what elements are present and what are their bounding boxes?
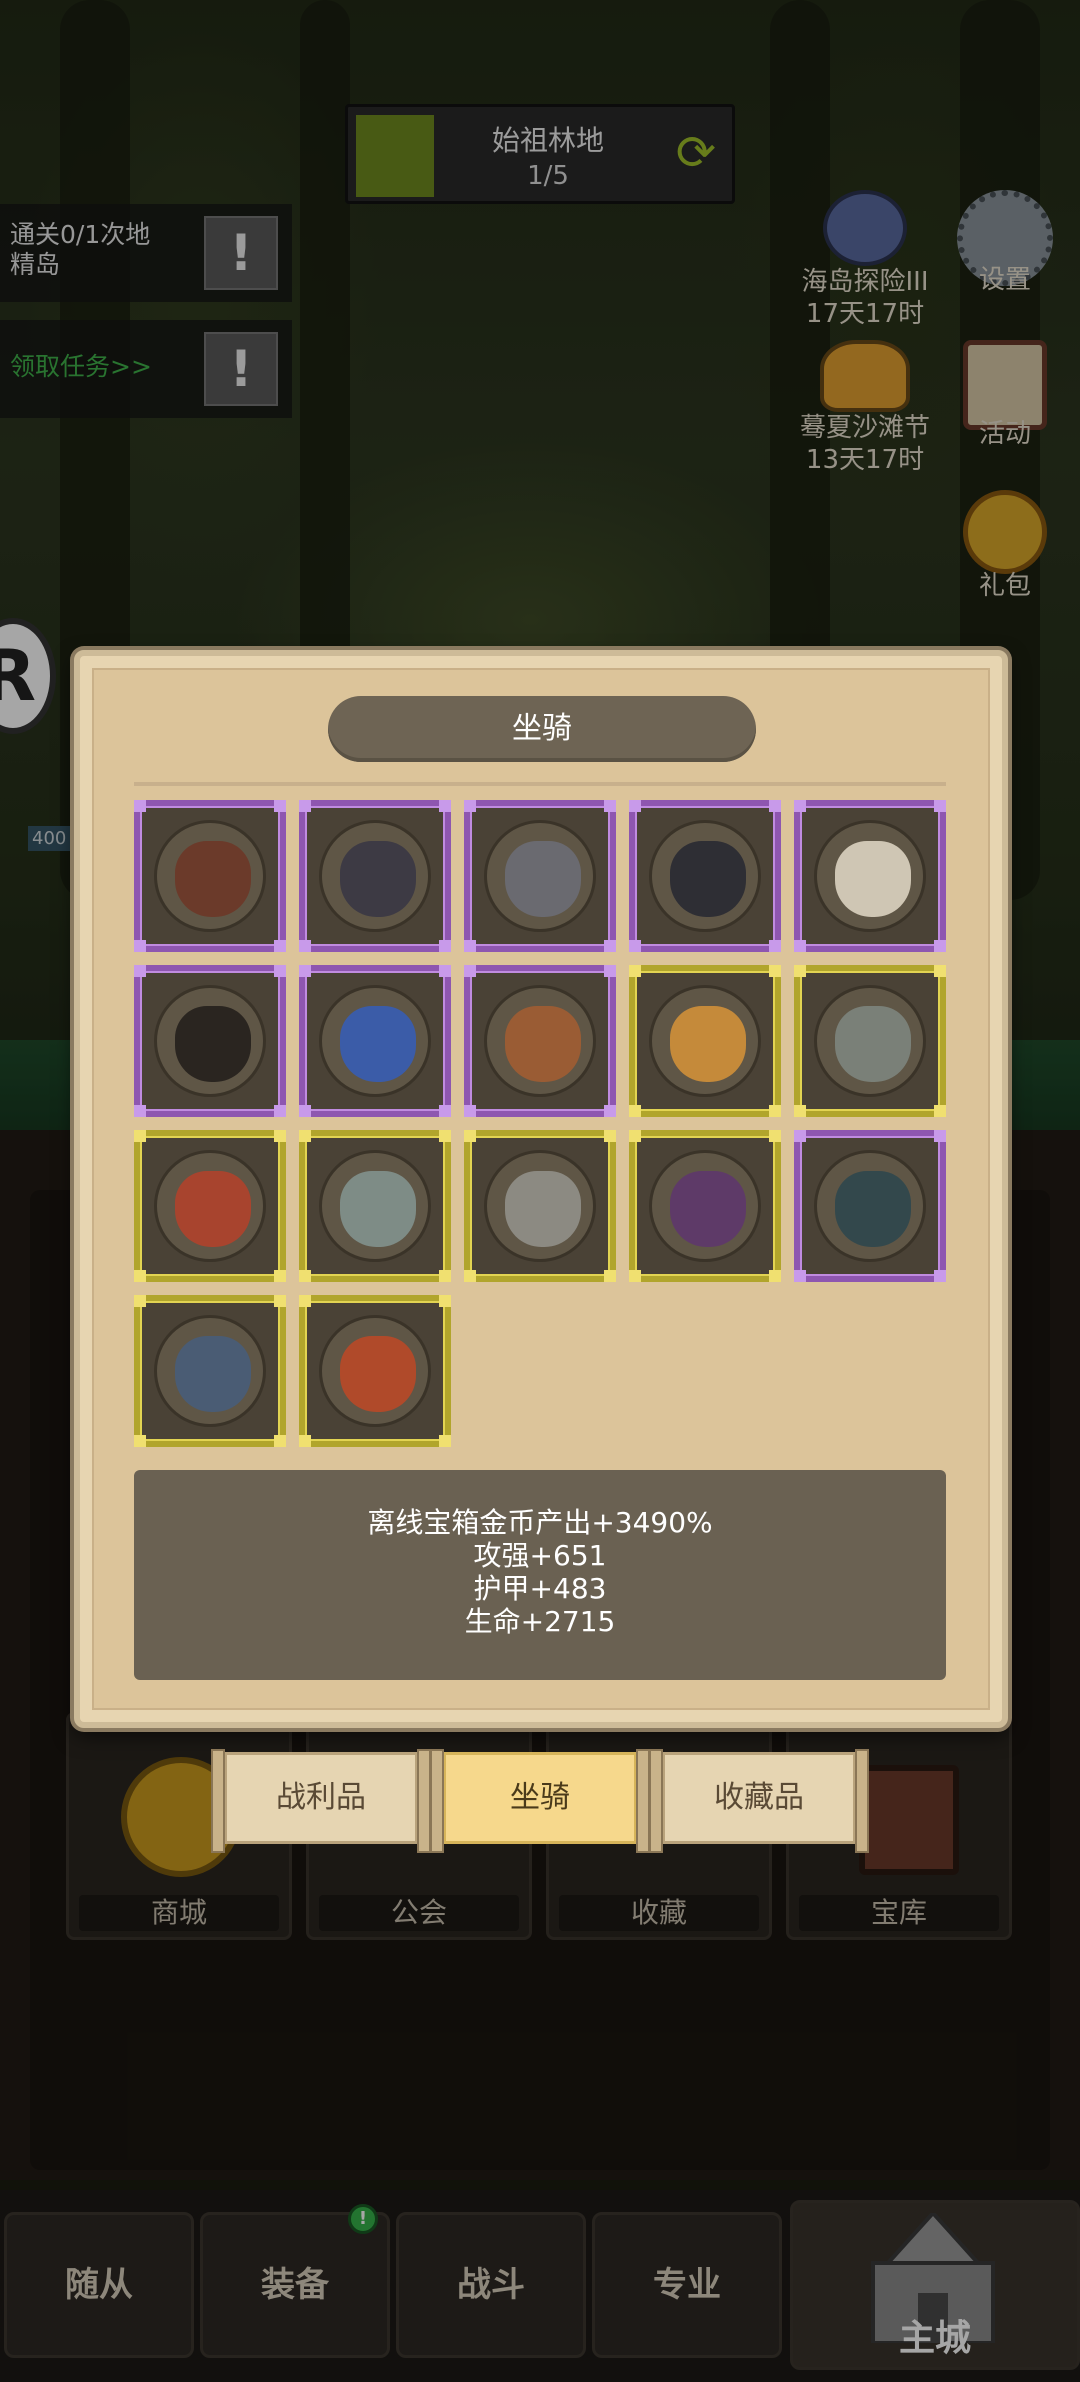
stone-golem-mount-icon — [814, 985, 926, 1097]
mount-slot[interactable] — [299, 800, 451, 952]
modal-title: 坐骑 — [328, 696, 756, 762]
mount-slot[interactable] — [794, 1130, 946, 1282]
grey-dragon-mount-icon — [319, 1150, 431, 1262]
horse-mount-icon — [154, 820, 266, 932]
stat-offline-gold: 离线宝箱金币产出+3490% — [367, 1506, 713, 1539]
mech-mount-icon — [154, 1150, 266, 1262]
dark-beast-mount-icon — [319, 820, 431, 932]
mount-slot[interactable] — [464, 1130, 616, 1282]
purple-raptor-mount-icon — [649, 1150, 761, 1262]
shark-mount-icon — [154, 1315, 266, 1427]
mount-slot[interactable] — [134, 1130, 286, 1282]
stat-attack: 攻强+651 — [473, 1539, 607, 1572]
mount-slot[interactable] — [464, 800, 616, 952]
mount-slot[interactable] — [299, 1295, 451, 1447]
mount-slot[interactable] — [629, 965, 781, 1117]
stats-box: 离线宝箱金币产出+3490% 攻强+651 护甲+483 生命+2715 — [134, 1470, 946, 1680]
stat-health: 生命+2715 — [464, 1605, 616, 1638]
white-eagle-mount-icon — [814, 820, 926, 932]
tab-loot[interactable]: 战利品 — [211, 1749, 431, 1853]
divider — [134, 782, 946, 786]
mount-slot[interactable] — [134, 1295, 286, 1447]
mount-slot[interactable] — [464, 965, 616, 1117]
stone-beast-mount-icon — [484, 1150, 596, 1262]
black-bear-mount-icon — [154, 985, 266, 1097]
mount-slot[interactable] — [299, 965, 451, 1117]
tab-collectibles[interactable]: 收藏品 — [649, 1749, 869, 1853]
stat-armor: 护甲+483 — [473, 1572, 607, 1605]
mount-slot[interactable] — [794, 965, 946, 1117]
armored-beast-mount-icon — [484, 820, 596, 932]
brown-bear-mount-icon — [484, 985, 596, 1097]
crab-mount-icon — [319, 1315, 431, 1427]
mount-slot[interactable] — [299, 1130, 451, 1282]
teal-beast-mount-icon — [814, 1150, 926, 1262]
mount-slot[interactable] — [134, 800, 286, 952]
mount-slot[interactable] — [134, 965, 286, 1117]
mount-slot[interactable] — [794, 800, 946, 952]
dark-wolf-mount-icon — [649, 820, 761, 932]
mount-slot[interactable] — [629, 800, 781, 952]
tab-mount[interactable]: 坐骑 — [430, 1749, 650, 1853]
golden-lion-mount-icon — [649, 985, 761, 1097]
mount-slot[interactable] — [629, 1130, 781, 1282]
blue-lion-mount-icon — [319, 985, 431, 1097]
